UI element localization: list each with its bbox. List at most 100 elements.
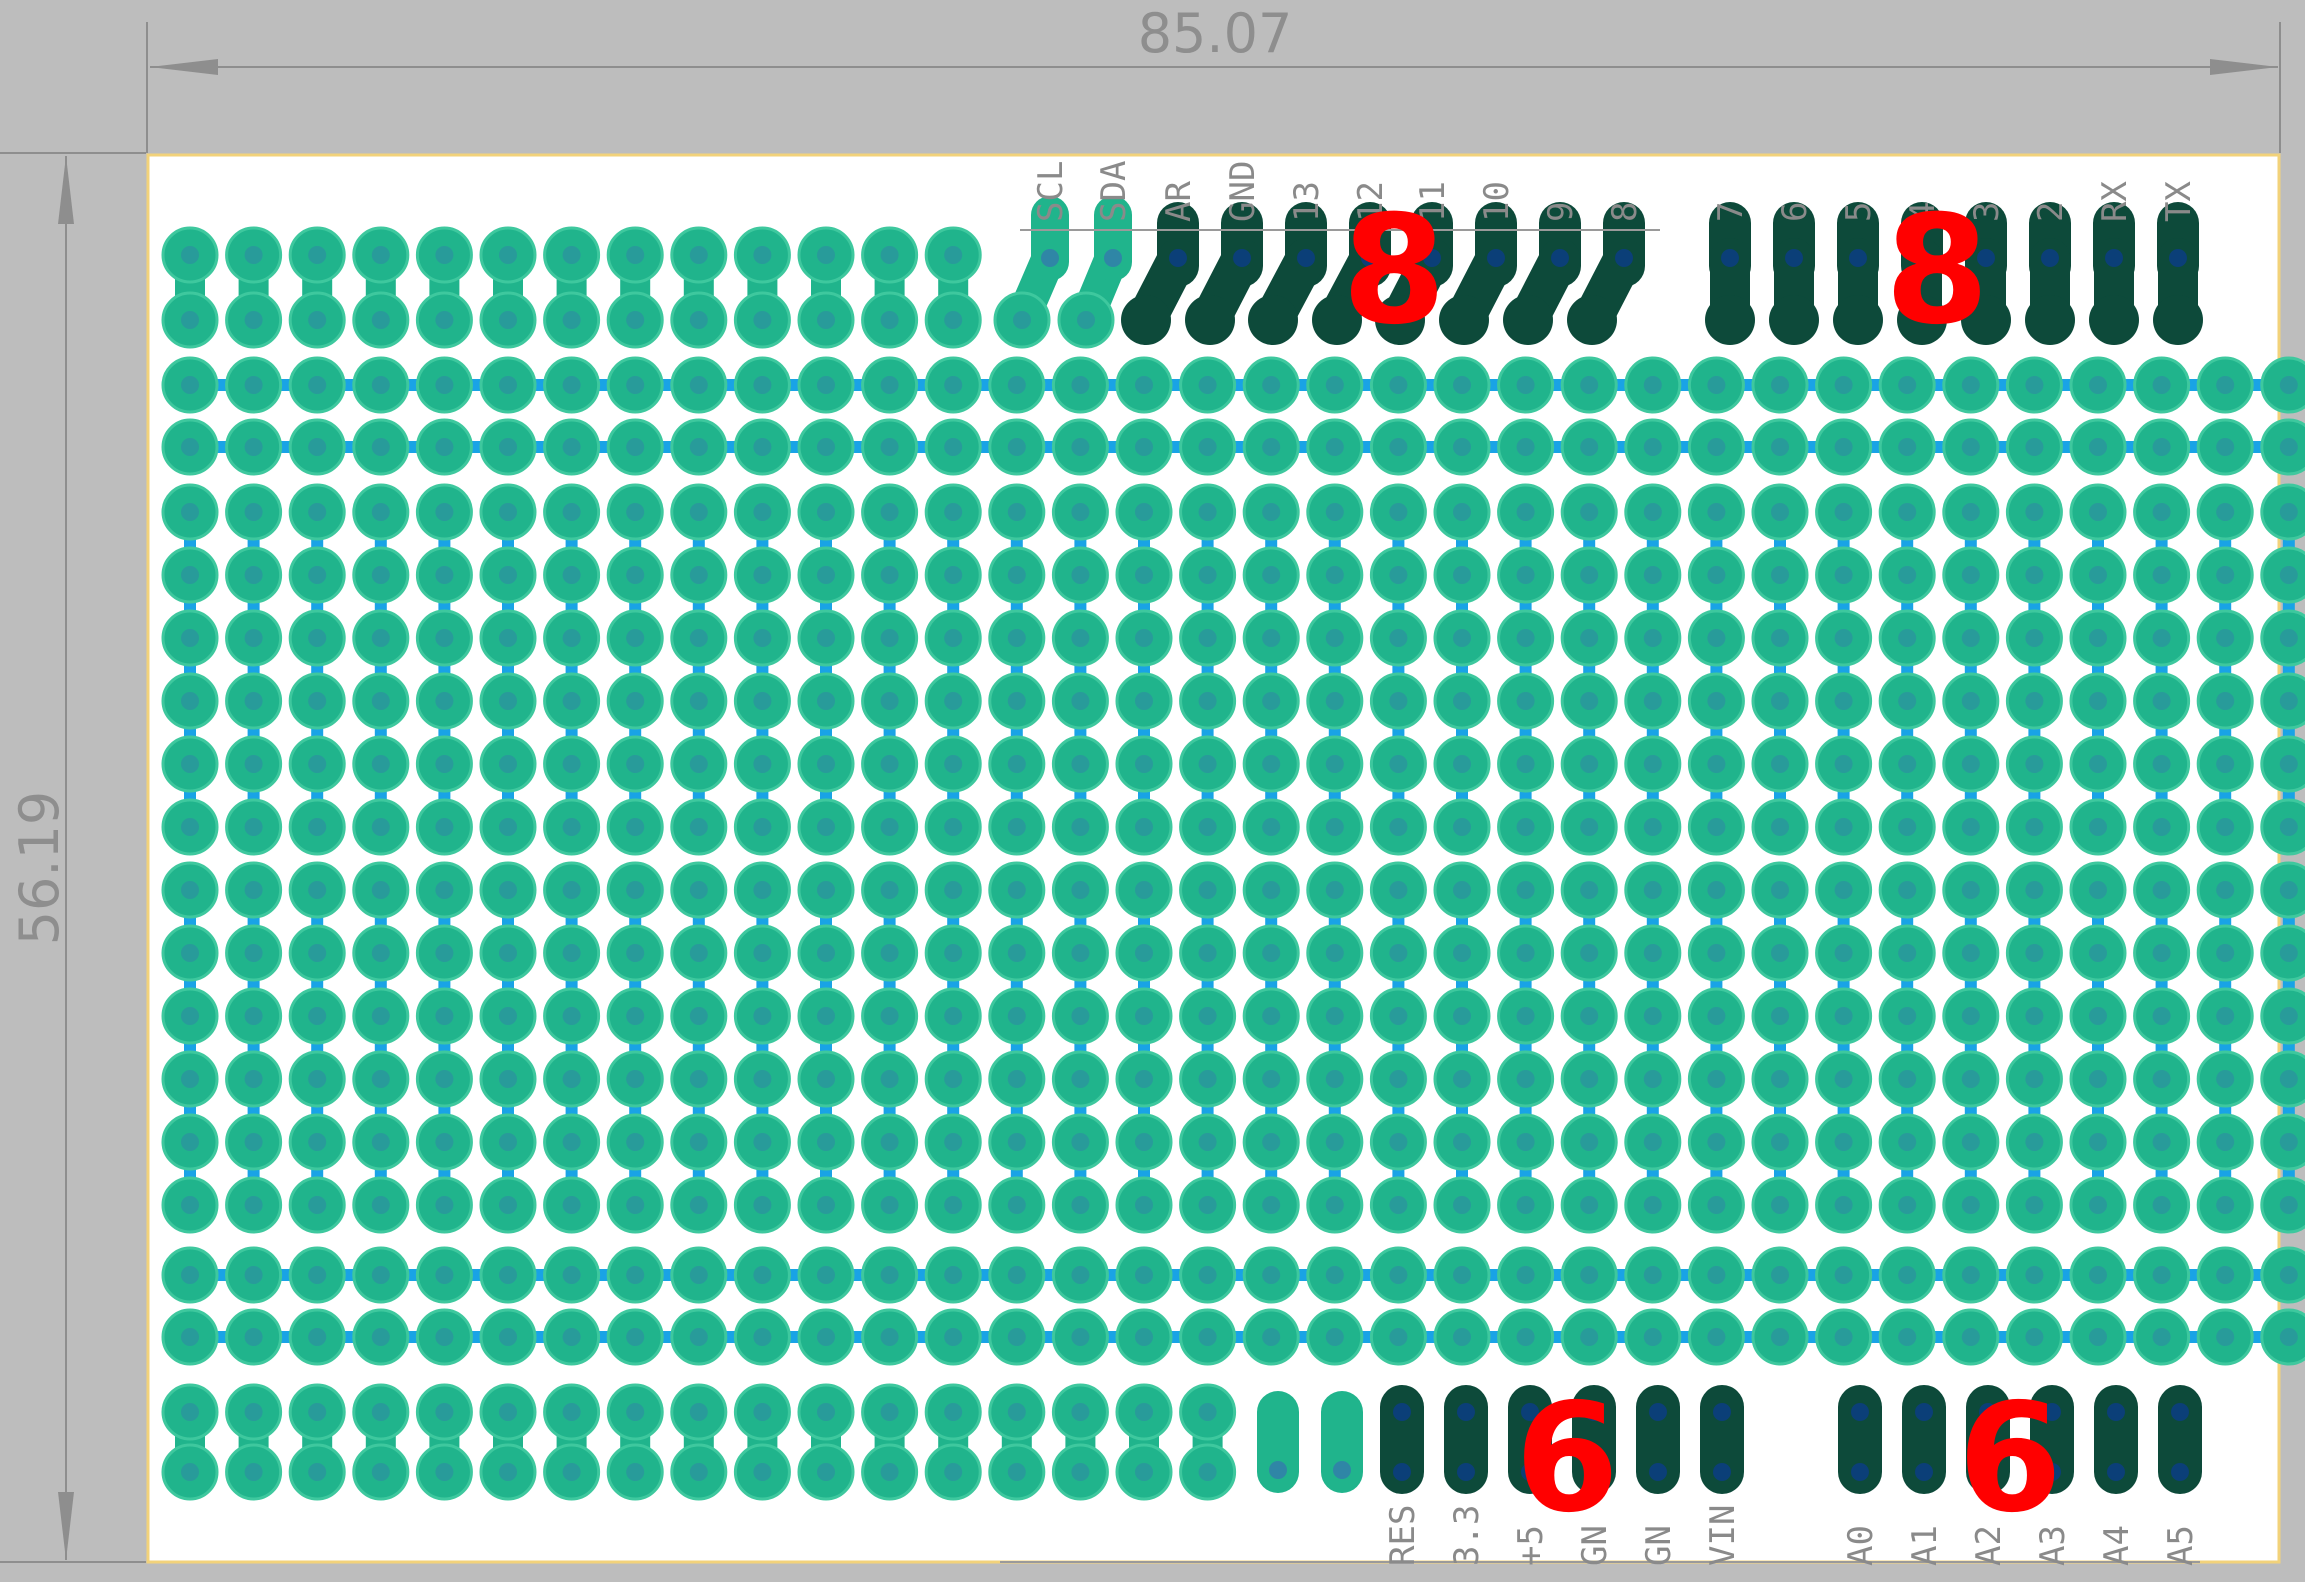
drill-hole [944,1196,963,1214]
drill-hole [2089,438,2107,456]
drill-hole [371,503,390,521]
drill-hole [1007,376,1026,394]
drill-hole [1071,1403,1090,1421]
drill-hole [1834,1070,1853,1088]
drill-hole [308,818,327,836]
drill-hole [1325,1328,1344,1346]
drill-hole [1453,692,1471,710]
drill-hole [2025,818,2044,836]
drill-hole [181,1328,199,1346]
drill-hole [2152,503,2171,521]
drill-hole [1457,1403,1475,1421]
drill-hole [1262,755,1281,773]
drill-hole [1707,1070,1726,1088]
drill-hole [1325,944,1344,962]
drill-hole [181,376,199,394]
drill-hole [435,1266,454,1284]
drill-hole [753,755,772,773]
drill-hole [1262,881,1281,899]
drill-hole [244,503,263,521]
drill-hole [1516,566,1535,584]
header-row-pad [1567,295,1617,345]
drill-hole [499,1266,517,1284]
drill-hole [1834,629,1853,647]
drill-hole [944,755,963,773]
drill-hole [308,1007,327,1025]
drill-hole [880,1070,899,1088]
drill-hole [1961,1007,1980,1025]
drill-hole [371,311,390,329]
drill-hole [1135,1463,1153,1481]
drill-hole [1834,1133,1853,1151]
drill-hole [2089,629,2107,647]
drill-hole [435,629,454,647]
bottom-pin-label: RES [1383,1505,1423,1566]
drill-hole [1135,629,1153,647]
drill-hole [1389,1196,1408,1214]
drill-hole [753,818,772,836]
drill-hole [435,376,454,394]
drill-hole [371,755,390,773]
drill-hole [499,438,517,456]
drill-hole [880,1266,899,1284]
drill-hole [1389,1007,1408,1025]
drill-hole [1453,438,1471,456]
drill-hole [2089,881,2107,899]
drill-hole [626,246,645,264]
drill-hole [1071,1328,1090,1346]
drill-hole [689,1403,708,1421]
drill-hole [1898,1266,1917,1284]
drill-hole [1771,376,1789,394]
drill-hole [1771,629,1789,647]
drill-hole [1325,629,1344,647]
drill-hole [1071,755,1090,773]
drill-hole [2279,376,2298,394]
drill-hole [562,1133,581,1151]
drill-hole [1516,1070,1535,1088]
top-pin-label: 2 [2031,202,2071,222]
drill-hole [689,1463,708,1481]
header-row-pad [1185,295,1235,345]
drill-hole [244,1070,263,1088]
drill-hole [1198,503,1217,521]
drill-hole [689,1328,708,1346]
drill-hole [1851,1463,1869,1481]
drill-hole [1325,1070,1344,1088]
drill-hole [1961,818,1980,836]
drill-hole [1771,1007,1789,1025]
drill-hole [689,1133,708,1151]
drill-hole [1961,438,1980,456]
top-pin-label: 7 [1711,202,1751,222]
drill-hole [371,944,390,962]
bottom-pin-label: A4 [2097,1525,2137,1566]
drill-hole [626,755,645,773]
drill-hole [880,1196,899,1214]
drill-hole [1961,692,1980,710]
drill-hole [1325,692,1344,710]
drill-hole [1707,692,1726,710]
drill-hole [1325,881,1344,899]
drill-hole [1325,1196,1344,1214]
drill-hole [1007,438,1026,456]
drill-hole [1707,566,1726,584]
drill-hole [1516,1266,1535,1284]
bottom-pin-label: A5 [2161,1525,2201,1566]
drill-hole [1453,1070,1471,1088]
drill-hole [562,1266,581,1284]
drill-hole [1389,629,1408,647]
drill-hole [2279,629,2298,647]
drill-hole [1135,755,1153,773]
drill-hole [1771,1266,1789,1284]
drill-hole [1262,1328,1281,1346]
drill-hole [308,629,327,647]
drill-hole [1071,1196,1090,1214]
drill-hole [689,566,708,584]
bottom-pin-label: 3.3 [1447,1505,1487,1566]
header-row-pad [2089,295,2139,345]
top-pin-label: GND [1223,161,1263,222]
drill-hole [2279,1196,2298,1214]
drill-hole [181,1007,199,1025]
drill-hole [1198,755,1217,773]
drill-hole [181,629,199,647]
drill-hole [371,692,390,710]
